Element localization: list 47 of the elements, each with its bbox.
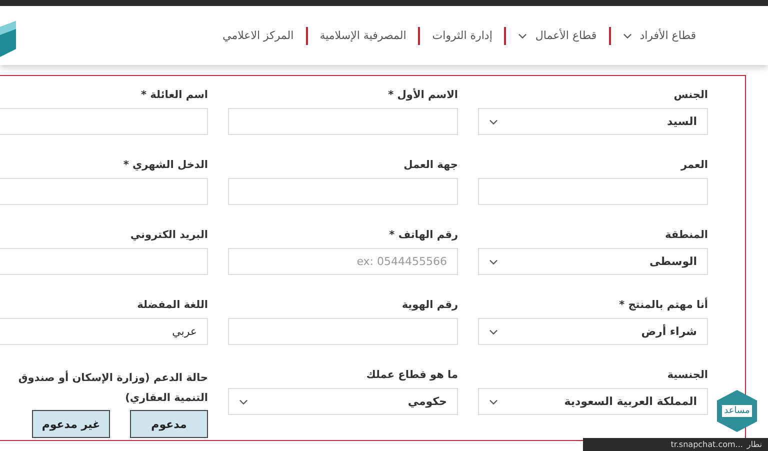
- chevron-down-icon: [622, 32, 632, 38]
- field-label: الاسم الأول *: [387, 88, 458, 102]
- dropdown-field[interactable]: الوسطى: [478, 248, 708, 275]
- field-label: جهة العمل: [402, 158, 458, 172]
- status-url: tr.snapchat.com...: [670, 440, 743, 449]
- chevron-down-icon: [518, 32, 528, 38]
- field-label: اسم العائلة *: [140, 88, 208, 102]
- input-field[interactable]: [228, 178, 458, 205]
- input-field[interactable]: ex: 0544455566: [228, 248, 458, 275]
- field-label: الجنس: [672, 88, 708, 102]
- input-field[interactable]: [228, 318, 458, 345]
- chevron-down-icon: [489, 258, 498, 264]
- status-text: نطار: [746, 440, 762, 449]
- field-label: اللغة المفضلة: [136, 298, 208, 312]
- dropdown-field[interactable]: حكومي: [228, 388, 458, 415]
- dropdown-field[interactable]: شراء أرض: [478, 318, 708, 345]
- field-label: حالة الدعم (وزارة الإسكان أو صندوق التنمية العقاري): [17, 370, 208, 406]
- input-field[interactable]: [0, 108, 208, 135]
- input-field[interactable]: [0, 248, 208, 275]
- helper-badge[interactable]: مساعد: [717, 390, 757, 432]
- input-field[interactable]: [0, 178, 208, 205]
- input-field[interactable]: عربي: [0, 318, 208, 345]
- input-field[interactable]: [478, 178, 708, 205]
- field-label: المنطقة: [664, 228, 708, 242]
- option-button[interactable]: غير مدعوم: [32, 410, 110, 438]
- nav-link[interactable]: قطاع الأفراد: [622, 29, 696, 42]
- field-label: ما هو قطاع عملك: [365, 368, 458, 382]
- chevron-down-icon: [489, 118, 498, 124]
- dropdown-field[interactable]: السيد: [478, 108, 708, 135]
- chevron-down-icon: [489, 328, 498, 334]
- field-label: العمر: [680, 158, 708, 172]
- option-button[interactable]: مدعوم: [130, 410, 208, 438]
- nav-link[interactable]: قطاع الأعمال: [518, 29, 597, 42]
- nav-link[interactable]: المصرفية الإسلامية: [320, 29, 406, 42]
- field-label: البريد الكتروني: [129, 228, 208, 242]
- nav-link[interactable]: المركز الاعلامي: [222, 29, 294, 42]
- dropdown-field[interactable]: المملكة العربية السعودية: [478, 388, 708, 415]
- cube-logo-icon[interactable]: [0, 18, 16, 58]
- field-label: رقم الهاتف *: [388, 228, 458, 242]
- nav-link[interactable]: إدارة الثروات: [432, 29, 492, 42]
- input-field[interactable]: [228, 108, 458, 135]
- field-label: رقم الهوية: [400, 298, 458, 312]
- field-label: الدخل الشهري *: [122, 158, 208, 172]
- field-label: أنا مهتم بالمنتج *: [618, 298, 708, 312]
- field-label: الجنسية: [666, 368, 708, 382]
- chevron-down-icon: [239, 398, 248, 404]
- chevron-down-icon: [489, 398, 498, 404]
